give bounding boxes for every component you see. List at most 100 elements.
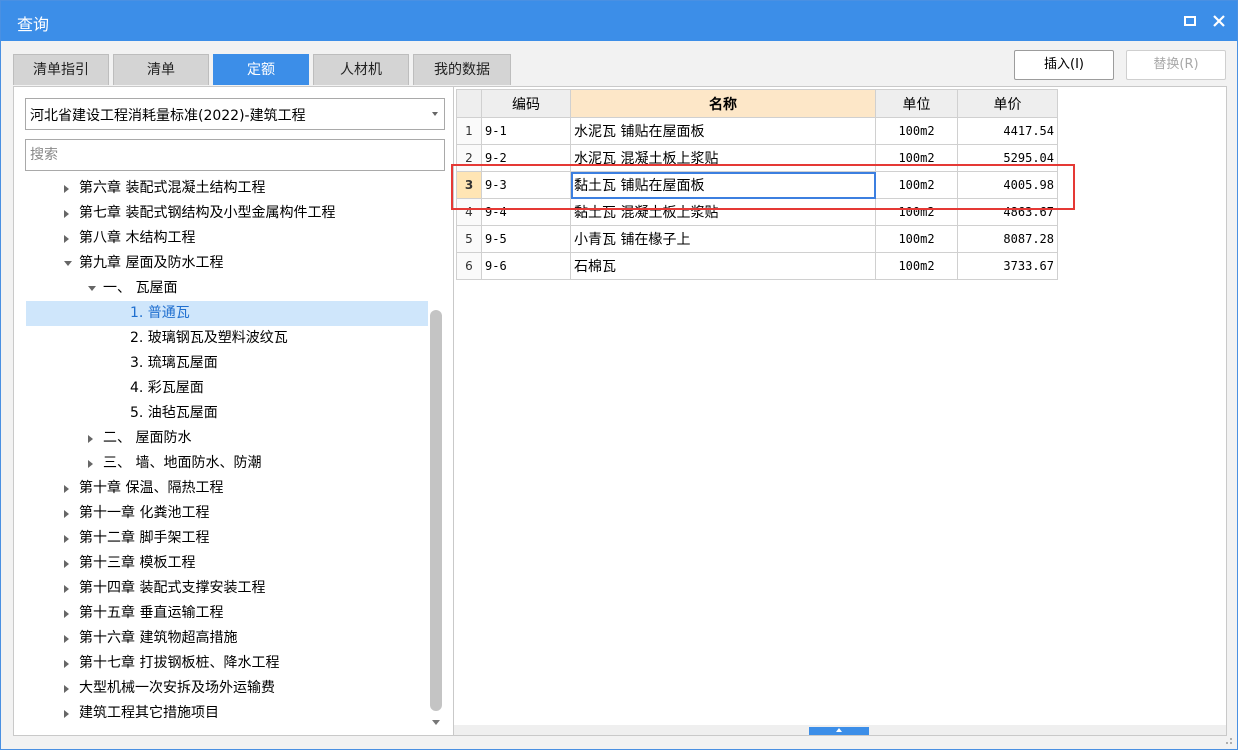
expanded-arrow-icon[interactable]: [64, 261, 72, 266]
tree-item[interactable]: 5. 油毡瓦屋面: [26, 401, 428, 426]
tree-item[interactable]: 三、 墙、地面防水、防潮: [26, 451, 428, 476]
code-cell[interactable]: 9-6: [481, 252, 571, 280]
price-cell[interactable]: 4417.54: [957, 117, 1058, 145]
price-cell[interactable]: 4005.98: [957, 171, 1058, 199]
tree-item[interactable]: 第十五章 垂直运输工程: [26, 601, 428, 626]
restore-icon[interactable]: [1181, 12, 1199, 30]
code-cell[interactable]: 9-4: [481, 198, 571, 226]
name-cell[interactable]: 石棉瓦: [570, 252, 876, 280]
tab-bill[interactable]: 清单: [113, 54, 209, 85]
collapsed-arrow-icon[interactable]: [64, 485, 69, 493]
collapsed-arrow-icon[interactable]: [88, 435, 93, 443]
table-row[interactable]: 3 9-3 黏土瓦 铺贴在屋面板 100m2 4005.98: [456, 171, 1058, 199]
title-bar[interactable]: 查询: [1, 1, 1237, 41]
unit-cell[interactable]: 100m2: [875, 171, 958, 199]
unit-cell[interactable]: 100m2: [875, 198, 958, 226]
tab-bill-guide[interactable]: 清单指引: [13, 54, 109, 85]
header-code[interactable]: 编码: [481, 89, 571, 118]
row-number-cell[interactable]: 2: [456, 144, 482, 172]
tree-item[interactable]: 第六章 装配式混凝土结构工程: [26, 176, 428, 201]
tree-item[interactable]: 第八章 木结构工程: [26, 226, 428, 251]
collapsed-arrow-icon[interactable]: [64, 585, 69, 593]
unit-cell[interactable]: 100m2: [875, 252, 958, 280]
insert-button[interactable]: 插入(I): [1014, 50, 1114, 80]
tree-scrollbar[interactable]: [428, 176, 444, 729]
collapsed-arrow-icon[interactable]: [64, 185, 69, 193]
tree-item[interactable]: 第十章 保温、隔热工程: [26, 476, 428, 501]
collapsed-arrow-icon[interactable]: [64, 235, 69, 243]
tree-item[interactable]: 大型机械一次安拆及场外运输费: [26, 676, 428, 701]
price-cell[interactable]: 5295.04: [957, 144, 1058, 172]
row-number-cell[interactable]: 3: [456, 171, 482, 199]
tree-item[interactable]: 第十六章 建筑物超高措施: [26, 626, 428, 651]
name-cell[interactable]: 水泥瓦 铺贴在屋面板: [570, 117, 876, 145]
tree-item[interactable]: 第九章 屋面及防水工程: [26, 251, 428, 276]
tree-item[interactable]: 1. 普通瓦: [26, 301, 428, 326]
code-cell[interactable]: 9-5: [481, 225, 571, 253]
price-cell[interactable]: 8087.28: [957, 225, 1058, 253]
unit-cell[interactable]: 100m2: [875, 144, 958, 172]
row-number-cell[interactable]: 6: [456, 252, 482, 280]
tree-item[interactable]: 一、 瓦屋面: [26, 276, 428, 301]
code-cell[interactable]: 9-1: [481, 117, 571, 145]
collapsed-arrow-icon[interactable]: [64, 660, 69, 668]
row-number-cell[interactable]: 1: [456, 117, 482, 145]
tree-item[interactable]: 第十三章 模板工程: [26, 551, 428, 576]
collapsed-arrow-icon[interactable]: [64, 610, 69, 618]
header-name[interactable]: 名称: [570, 89, 876, 118]
collapsed-arrow-icon[interactable]: [88, 460, 93, 468]
tree-item[interactable]: 第十四章 装配式支撑安装工程: [26, 576, 428, 601]
table-row[interactable]: 6 9-6 石棉瓦 100m2 3733.67: [456, 252, 1058, 280]
collapsed-arrow-icon[interactable]: [64, 710, 69, 718]
tab-my-data[interactable]: 我的数据: [413, 54, 511, 85]
collapsed-arrow-icon[interactable]: [64, 535, 69, 543]
tree-item[interactable]: 建筑工程其它措施项目: [26, 701, 428, 726]
close-icon[interactable]: [1210, 12, 1228, 30]
collapsed-arrow-icon[interactable]: [64, 635, 69, 643]
tree-item[interactable]: 二、 屋面防水: [26, 426, 428, 451]
tree-item[interactable]: 第七章 装配式钢结构及小型金属构件工程: [26, 201, 428, 226]
price-cell[interactable]: 4863.67: [957, 198, 1058, 226]
collapsed-arrow-icon[interactable]: [64, 560, 69, 568]
tree-item[interactable]: 3. 琉璃瓦屋面: [26, 351, 428, 376]
horizontal-scrollbar[interactable]: [454, 725, 1226, 735]
replace-button[interactable]: 替换(R): [1126, 50, 1226, 80]
header-price[interactable]: 单价: [957, 89, 1058, 118]
library-select[interactable]: 河北省建设工程消耗量标准(2022)-建筑工程: [25, 98, 445, 130]
search-input[interactable]: [25, 139, 445, 171]
collapsed-arrow-icon[interactable]: [64, 210, 69, 218]
tree-item-label: 三、 墙、地面防水、防潮: [103, 455, 262, 471]
code-cell[interactable]: 9-3: [481, 171, 571, 199]
header-unit[interactable]: 单位: [875, 89, 958, 118]
tab-labor-material-machine[interactable]: 人材机: [313, 54, 409, 85]
tab-quota[interactable]: 定额: [213, 54, 309, 85]
tree-item[interactable]: 4. 彩瓦屋面: [26, 376, 428, 401]
tree-item[interactable]: 2. 玻璃钢瓦及塑料波纹瓦: [26, 326, 428, 351]
expanded-arrow-icon[interactable]: [88, 286, 96, 291]
scroll-down-icon[interactable]: [432, 720, 440, 725]
collapsed-arrow-icon[interactable]: [64, 685, 69, 693]
code-cell[interactable]: 9-2: [481, 144, 571, 172]
table-row[interactable]: 1 9-1 水泥瓦 铺贴在屋面板 100m2 4417.54: [456, 117, 1058, 145]
collapsed-arrow-icon[interactable]: [64, 510, 69, 518]
name-cell[interactable]: 黏土瓦 混凝土板上浆贴: [570, 198, 876, 226]
table-row[interactable]: 5 9-5 小青瓦 铺在椽子上 100m2 8087.28: [456, 225, 1058, 253]
resize-grip-icon[interactable]: [1223, 735, 1233, 745]
name-cell[interactable]: 小青瓦 铺在椽子上: [570, 225, 876, 253]
tree-item[interactable]: 第十一章 化粪池工程: [26, 501, 428, 526]
scrollbar-thumb[interactable]: [430, 310, 442, 711]
tree-item-label: 第十六章 建筑物超高措施: [79, 630, 238, 646]
table-row[interactable]: 4 9-4 黏土瓦 混凝土板上浆贴 100m2 4863.67: [456, 198, 1058, 226]
unit-cell[interactable]: 100m2: [875, 117, 958, 145]
name-cell[interactable]: 水泥瓦 混凝土板上浆贴: [570, 144, 876, 172]
row-number-cell[interactable]: 5: [456, 225, 482, 253]
tree-item[interactable]: 第十二章 脚手架工程: [26, 526, 428, 551]
unit-cell[interactable]: 100m2: [875, 225, 958, 253]
tree-item-label: 第八章 木结构工程: [79, 230, 196, 246]
row-number-cell[interactable]: 4: [456, 198, 482, 226]
tree-item[interactable]: 第十七章 打拔钢板桩、降水工程: [26, 651, 428, 676]
tree-item-label: 第十七章 打拔钢板桩、降水工程: [79, 655, 280, 671]
name-cell[interactable]: 黏土瓦 铺贴在屋面板: [570, 171, 876, 199]
table-row[interactable]: 2 9-2 水泥瓦 混凝土板上浆贴 100m2 5295.04: [456, 144, 1058, 172]
price-cell[interactable]: 3733.67: [957, 252, 1058, 280]
